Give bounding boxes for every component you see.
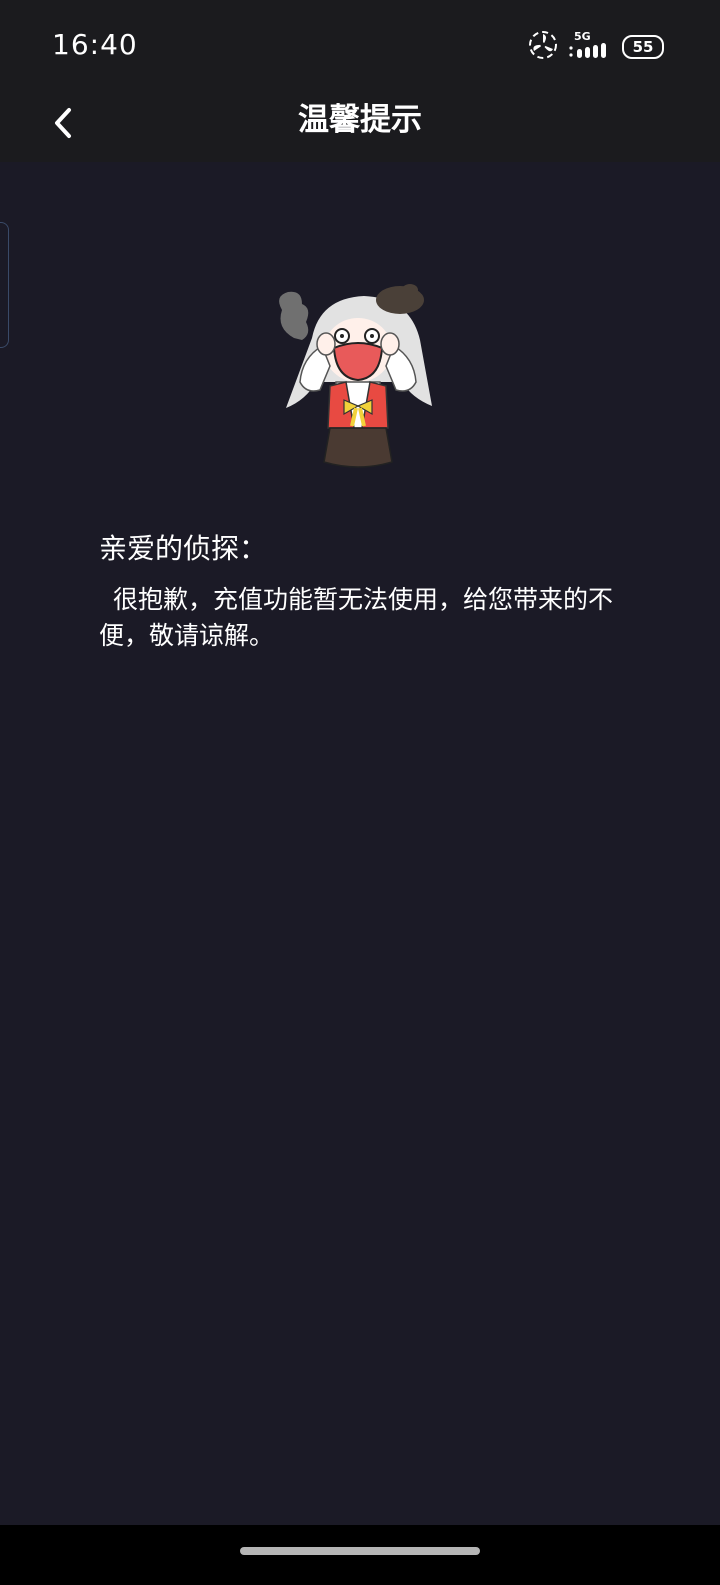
notice-content: 亲爱的侦探： 很抱歉，充值功能暂无法使用，给您带来的不便，敬请谅解。 xyxy=(99,530,619,654)
fan-icon xyxy=(528,30,558,64)
home-indicator[interactable] xyxy=(240,1547,480,1555)
greeting-text: 亲爱的侦探： xyxy=(99,532,268,565)
side-tab[interactable] xyxy=(0,222,9,348)
notice-message: 很抱歉，充值功能暂无法使用，给您带来的不便，敬请谅解。 xyxy=(99,585,614,650)
page-title: 温馨提示 xyxy=(298,102,422,138)
battery-icon: 55 xyxy=(622,35,664,59)
header: 温馨提示 xyxy=(0,90,720,162)
system-nav-bar xyxy=(0,1525,720,1585)
signal-icon: 5G xyxy=(568,30,612,62)
crying-girl-mascot xyxy=(272,278,442,474)
screen: 16:40 5G 55 温馨提示 亲爱的侦探： 很抱歉，充值功能暂无法使用，给您… xyxy=(0,0,720,1585)
status-time: 16:40 xyxy=(52,28,138,61)
status-bar: 16:40 5G 55 xyxy=(0,0,720,90)
status-icons: 5G 55 xyxy=(528,30,664,64)
